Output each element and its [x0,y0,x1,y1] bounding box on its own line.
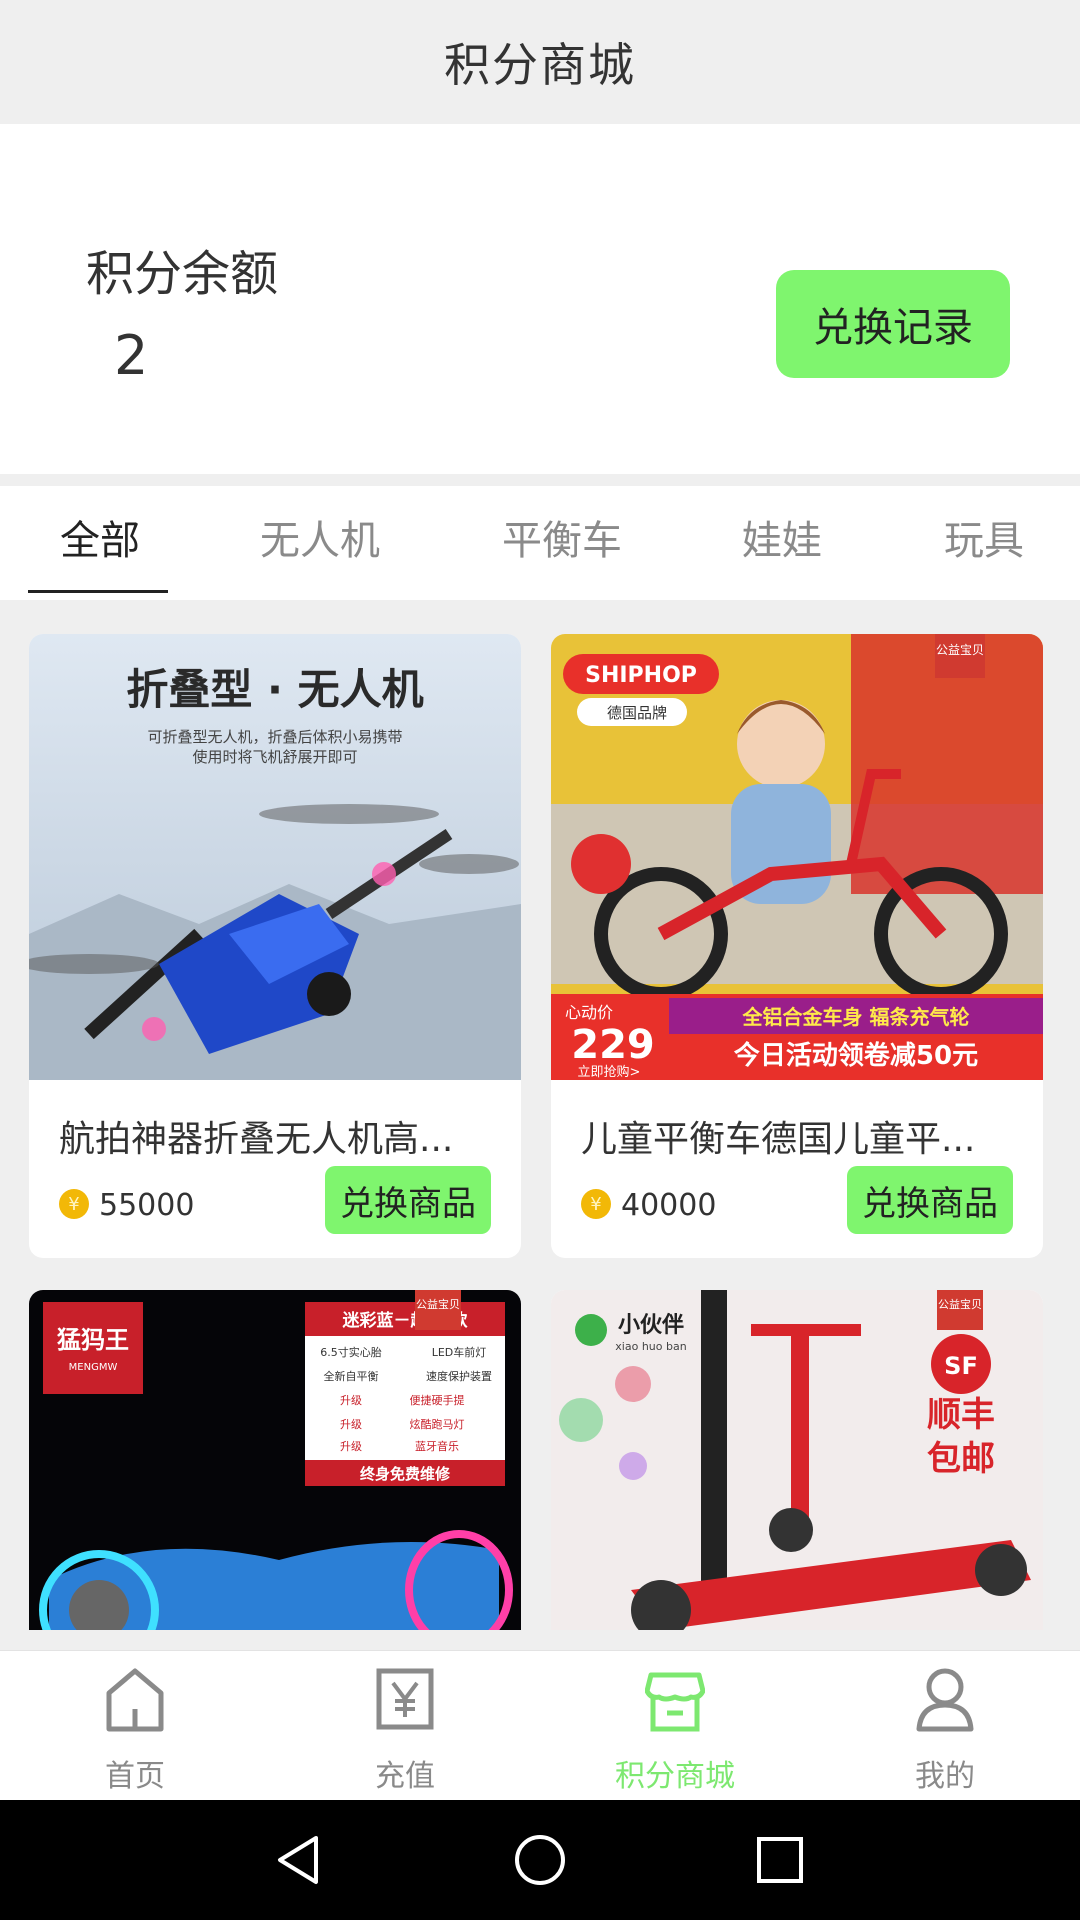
balance-label: 积分余额 [86,246,279,302]
bike-brand-sub: 德国品牌 [607,704,667,722]
product-image-hoverboard[interactable]: 猛犸王 MENGMW 迷彩蓝－超 炫款 公益宝贝 6.5寸实心胎 LED车前灯 … [29,1290,521,1630]
promo-line-2: 包邮 [927,1439,995,1479]
tab-doll[interactable]: 娃娃 [742,508,822,566]
exchange-record-button[interactable]: 兑换记录 [776,270,1010,378]
charity-badge: 公益宝贝 [936,643,984,657]
hoverboard-footer: 终身免费维修 [360,1465,451,1483]
tab-toy[interactable]: 玩具 [944,508,1024,566]
product-points: 55000 [99,1188,195,1223]
upgrade-item: 蓝牙音乐 [415,1439,459,1453]
product-image-drone[interactable]: 折叠型 · 无人机 可折叠型无人机，折叠后体积小易携带 使用时将飞机舒展开即可 [29,634,521,1080]
nav-mine[interactable]: 我的 [810,1651,1080,1801]
charity-badge: 公益宝贝 [938,1297,982,1311]
recents-icon[interactable] [750,1830,810,1890]
product-card[interactable]: 猛犸王 MENGMW 迷彩蓝－超 炫款 公益宝贝 6.5寸实心胎 LED车前灯 … [29,1290,521,1630]
scooter-brand: 小伙伴 [618,1313,684,1338]
profile-icon [916,1668,974,1732]
hoverboard-brand-en: MENGMW [69,1362,118,1373]
nav-home[interactable]: 首页 [0,1651,270,1801]
bike-banner-2: 今日活动领卷减50元 [734,1040,978,1071]
nav-label: 积分商城 [615,1759,735,1794]
drone-subtext-1: 可折叠型无人机，折叠后体积小易携带 [147,728,402,746]
nav-label: 首页 [105,1759,165,1794]
product-card[interactable]: 折叠型 · 无人机 可折叠型无人机，折叠后体积小易携带 使用时将飞机舒展开即可 [29,634,521,1258]
promo-line-1: 顺丰 [927,1395,995,1435]
spec-item: 全新自平衡 [324,1369,379,1383]
home-circle-icon[interactable] [510,1830,570,1890]
upgrade-item: 便捷硬手提 [410,1393,465,1407]
exchange-button[interactable]: 兑换商品 [847,1166,1013,1234]
spec-item: LED车前灯 [432,1345,487,1359]
nav-recharge[interactable]: 充值 [270,1651,540,1801]
sf-logo: SF [944,1352,978,1380]
nav-label: 我的 [915,1759,975,1794]
nav-points-mall[interactable]: 积分商城 [540,1651,810,1801]
balance-value: 2 [114,324,149,387]
product-card[interactable]: 小伙伴 xiao huo ban 公益宝贝 SF 顺丰 包邮 [551,1290,1043,1630]
category-tabs: 全部 无人机 平衡车 娃娃 玩具 [0,486,1080,600]
tab-drone[interactable]: 无人机 [260,508,380,566]
exchange-button[interactable]: 兑换商品 [325,1166,491,1234]
bike-price: 229 [571,1022,655,1068]
nav-label: 充值 [375,1759,435,1794]
coin-icon: ¥ [581,1189,611,1219]
upgrade-label: 升级 [340,1440,362,1453]
bike-brand: SHIPHOP [585,663,697,688]
upgrade-label: 升级 [340,1418,362,1431]
system-nav-bar [0,1800,1080,1920]
drone-subtext-2: 使用时将飞机舒展开即可 [192,748,357,766]
tab-all[interactable]: 全部 [60,508,140,566]
bike-cta: 立即抢购> [578,1064,641,1080]
product-card[interactable]: SHIPHOP 德国品牌 公益宝贝 心动价 229 全铝合金车身 辐条充气轮 今… [551,634,1043,1258]
bike-price-tag: 心动价 [565,1003,613,1022]
bike-banner-1: 全铝合金车身 辐条充气轮 [742,1005,970,1029]
product-points: 40000 [621,1188,717,1223]
drone-headline: 折叠型 · 无人机 [126,665,423,714]
spec-item: 6.5寸实心胎 [320,1345,382,1359]
product-title: 航拍神器折叠无人机高... [59,1119,454,1160]
active-tab-indicator [28,590,168,593]
title-bar: 积分商城 [0,0,1080,124]
hoverboard-brand: 猛犸王 [57,1326,129,1354]
balance-card: 积分余额 2 兑换记录 [0,124,1080,474]
product-image-balance-bike[interactable]: SHIPHOP 德国品牌 公益宝贝 心动价 229 全铝合金车身 辐条充气轮 今… [551,634,1043,1080]
scooter-brand-en: xiao huo ban [615,1340,686,1353]
upgrade-label: 升级 [340,1394,362,1407]
store-icon [645,1672,705,1732]
yen-icon [376,1668,434,1730]
upgrade-item: 炫酷跑马灯 [410,1417,465,1431]
coin-icon: ¥ [59,1189,89,1219]
charity-badge: 公益宝贝 [416,1297,460,1311]
bottom-nav: 首页 充值 积分商城 我的 [0,1650,1080,1800]
page-title: 积分商城 [444,38,636,92]
product-image-scooter[interactable]: 小伙伴 xiao huo ban 公益宝贝 SF 顺丰 包邮 [551,1290,1043,1630]
home-icon [106,1668,164,1732]
back-icon[interactable] [270,1830,330,1890]
points-mall-screen: 积分商城 积分余额 2 兑换记录 全部 无人机 平衡车 娃娃 玩具 折叠型 · … [0,0,1080,1920]
tab-balance-bike[interactable]: 平衡车 [502,508,622,566]
product-title: 儿童平衡车德国儿童平... [581,1119,976,1160]
spec-item: 速度保护装置 [426,1369,492,1383]
